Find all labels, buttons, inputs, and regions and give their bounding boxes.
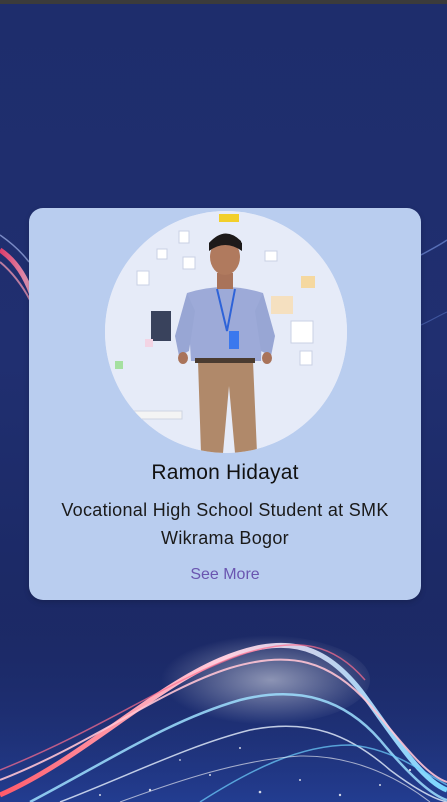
profile-screen: Ramon Hidayat Vocational High School Stu… [0,0,447,802]
profile-name: Ramon Hidayat [151,461,299,484]
profile-photo-illustration [105,211,347,453]
profile-role: Vocational High School Student at SMK Wi… [61,500,389,548]
profile-photo [105,211,347,453]
profile-card: Ramon Hidayat Vocational High School Stu… [29,208,421,600]
see-more-button[interactable]: See More [29,566,421,584]
